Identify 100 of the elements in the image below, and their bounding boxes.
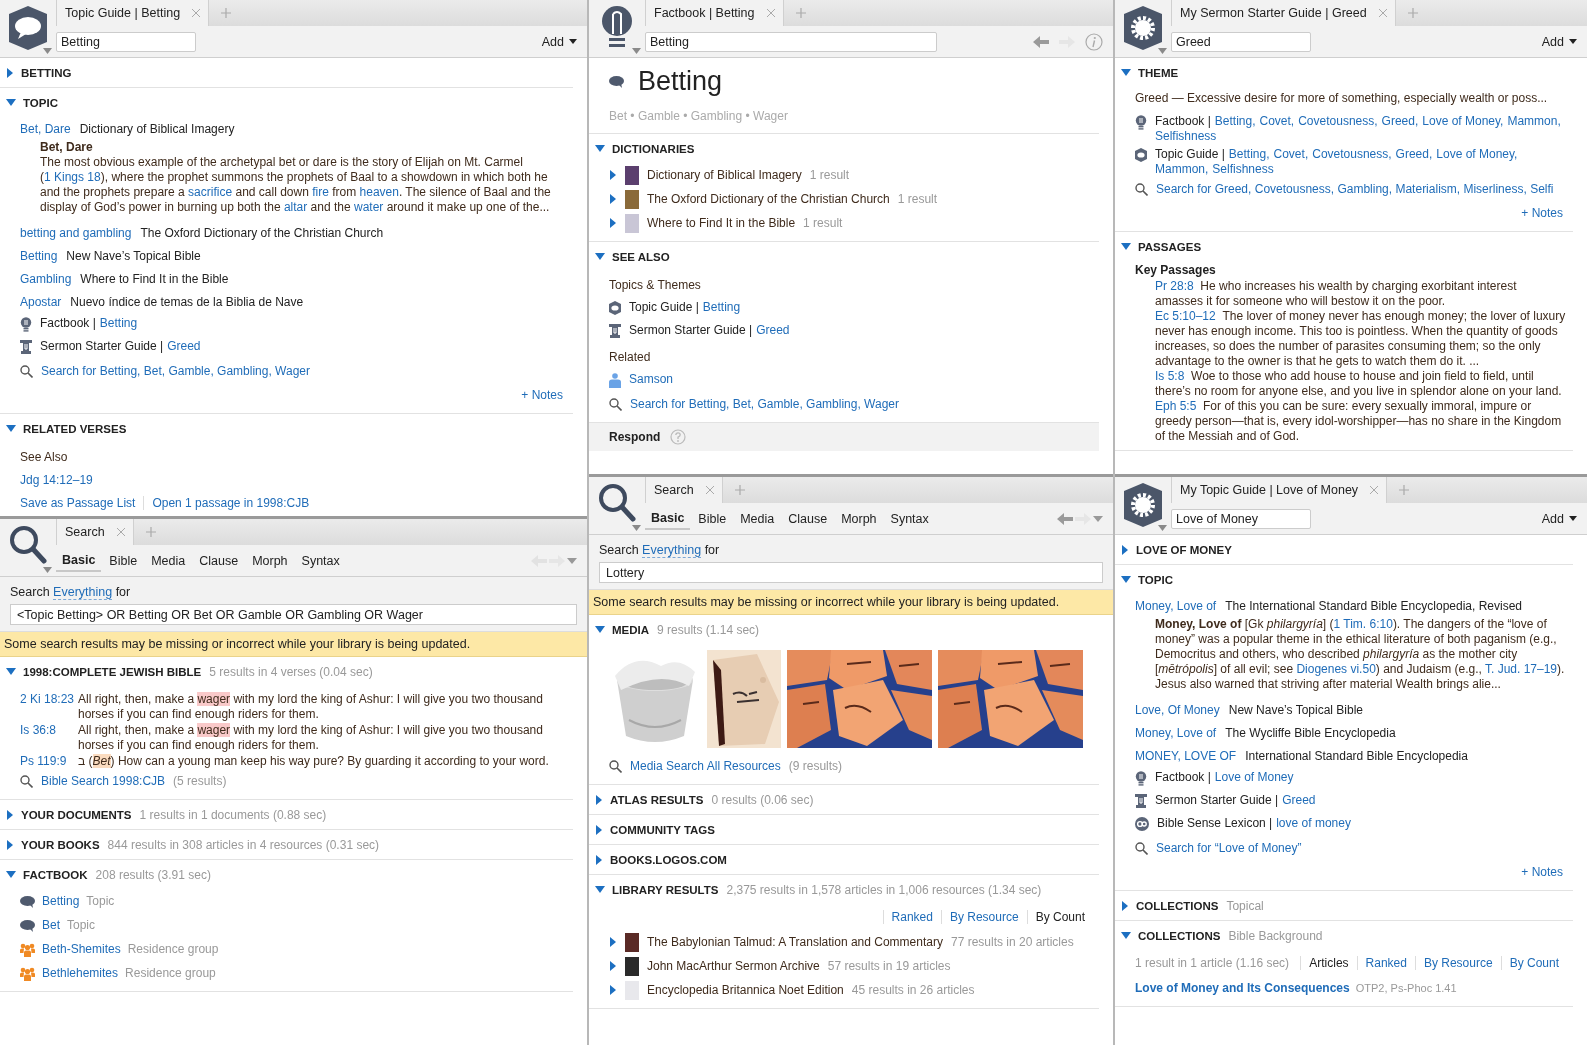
collapse-icon[interactable] — [1121, 575, 1131, 584]
topic-link[interactable]: Love of Money, — [1422, 114, 1504, 129]
topic-link[interactable]: Greed — [1282, 793, 1316, 808]
section-toggle[interactable]: BETTING — [6, 66, 72, 79]
add-notes-link[interactable]: + Notes — [1521, 206, 1563, 220]
fact-link[interactable]: Bethlehemites — [42, 966, 119, 980]
expand-icon[interactable] — [1121, 900, 1129, 911]
topic-link[interactable]: Mammon, — [1507, 114, 1561, 129]
fact-link[interactable]: Bet — [42, 918, 60, 932]
verse-link[interactable]: 2 Ki 18:23 — [20, 692, 78, 722]
search-mode-tab[interactable]: Bible — [692, 507, 733, 530]
search-link[interactable]: Bible Search 1998:CJB — [41, 774, 166, 788]
caret-icon[interactable] — [1158, 48, 1167, 54]
collapse-icon[interactable] — [595, 885, 605, 894]
section-toggle[interactable]: FACTBOOK — [6, 868, 88, 881]
section-toggle[interactable]: 1998:COMPLETE JEWISH BIBLE — [6, 665, 202, 678]
topic-field[interactable]: Betting — [56, 31, 196, 52]
link[interactable]: 1 Tim. 6:10 — [1333, 617, 1393, 631]
collapse-icon[interactable] — [595, 625, 605, 634]
search-mode-tab[interactable]: Syntax — [295, 549, 346, 572]
topic-link[interactable]: Betting, — [1214, 114, 1256, 129]
scope-link[interactable]: Everything — [642, 543, 702, 558]
verse-link[interactable]: Ps 119:9 — [20, 754, 78, 769]
search-link[interactable]: Search for “Love of Money” — [1156, 841, 1302, 855]
section-toggle[interactable]: ATLAS RESULTS — [595, 793, 704, 806]
gear-icon[interactable] — [1124, 483, 1162, 527]
search-mode-tab[interactable]: Morph — [246, 549, 294, 572]
section-toggle[interactable]: COLLECTIONS — [1121, 929, 1221, 942]
add-button[interactable]: Add — [1541, 34, 1577, 49]
panel-tab[interactable]: Topic Guide | Betting — [56, 0, 210, 26]
panel-tab[interactable]: My Sermon Starter Guide | Greed — [1171, 0, 1396, 26]
topic-link[interactable]: Samson — [629, 372, 674, 387]
expand-icon[interactable] — [6, 67, 14, 78]
search-mode-tab[interactable]: Basic — [645, 507, 691, 530]
topic-link[interactable]: Greed, — [1395, 147, 1433, 162]
collapse-icon[interactable] — [6, 870, 16, 879]
section-toggle[interactable]: YOUR BOOKS — [6, 838, 100, 851]
expand-icon[interactable] — [609, 194, 617, 204]
section-toggle[interactable]: TOPIC — [6, 96, 58, 109]
verse-link[interactable]: Pr 28:8 — [1155, 279, 1194, 293]
action-link[interactable]: Save as Passage List — [20, 496, 144, 510]
expand-icon[interactable] — [609, 218, 617, 228]
chat-hexagon-icon[interactable] — [9, 6, 47, 50]
section-toggle[interactable]: RELATED VERSES — [6, 422, 127, 435]
topic-link[interactable]: Love of Money — [1214, 770, 1294, 785]
topic-link[interactable]: Covet, — [1259, 114, 1295, 129]
collapse-icon[interactable] — [595, 252, 605, 261]
topic-link[interactable]: Covetousness, — [1312, 147, 1392, 162]
link[interactable]: 1 Kings 18 — [44, 170, 101, 184]
topic-link[interactable]: Betting — [702, 300, 741, 315]
book-title[interactable]: John MacArthur Sermon Archive — [647, 959, 820, 973]
caret-icon[interactable] — [1158, 525, 1167, 531]
add-button[interactable]: Add — [1541, 511, 1577, 526]
sort-option[interactable]: Ranked — [1356, 956, 1415, 970]
collapse-icon[interactable] — [1121, 242, 1131, 251]
article-link[interactable]: MONEY, LOVE OF — [1135, 748, 1237, 763]
topic-field[interactable]: Greed — [1171, 31, 1311, 52]
caret-icon[interactable] — [632, 525, 641, 531]
article-link[interactable]: Apostar — [20, 294, 62, 309]
expand-icon[interactable] — [6, 839, 14, 850]
search-mode-tab[interactable]: Bible — [103, 549, 144, 572]
search-mode-tab[interactable]: Clause — [782, 507, 834, 530]
topic-link[interactable]: Covetousness, — [1298, 114, 1378, 129]
sort-option[interactable]: By Count — [1500, 956, 1567, 970]
caret-icon[interactable] — [43, 48, 52, 54]
sort-option[interactable]: Ranked — [882, 910, 941, 924]
article-link[interactable]: Love, Of Money — [1135, 702, 1220, 717]
topic-link[interactable]: Greed — [167, 339, 201, 354]
topic-link[interactable]: Betting, — [1228, 147, 1270, 162]
search-mode-tab[interactable]: Basic — [56, 549, 102, 572]
collapse-icon[interactable] — [6, 667, 16, 676]
sort-option[interactable]: By Resource — [940, 910, 1027, 924]
topic-link[interactable]: Selfishness — [1155, 129, 1217, 144]
gear-icon[interactable] — [1124, 6, 1162, 50]
section-toggle[interactable]: DICTIONARIES — [595, 142, 695, 155]
topic-link[interactable]: Love of Money, — [1436, 147, 1518, 162]
search-link[interactable]: Media Search All Resources — [630, 759, 781, 773]
article-link[interactable]: Love of Money and Its Consequences — [1135, 981, 1350, 995]
search-mode-tab[interactable]: Morph — [835, 507, 883, 530]
section-toggle[interactable]: COMMUNITY TAGS — [595, 823, 715, 836]
search-link[interactable]: Search for Greed, Covetousness, Gambling, Materialism, Miserliness, Selfi — [1156, 182, 1554, 196]
search-field[interactable]: <Topic Betting> OR Betting OR Bet OR Gamble OR Gambling OR Wager — [10, 604, 577, 625]
expand-icon[interactable] — [595, 824, 603, 835]
search-icon[interactable] — [598, 483, 636, 523]
section-toggle[interactable]: YOUR DOCUMENTS — [6, 808, 132, 821]
panel-tab[interactable]: Factbook | Betting — [645, 0, 784, 26]
section-toggle[interactable]: LOVE OF MONEY — [1121, 543, 1232, 556]
expand-icon[interactable] — [6, 809, 14, 820]
expand-icon[interactable] — [595, 794, 603, 805]
verse-link[interactable]: Is 36:8 — [20, 723, 78, 753]
search-mode-tab[interactable]: Media — [145, 549, 192, 572]
topic-link[interactable]: Covet, — [1273, 147, 1309, 162]
verse-link[interactable]: Ec 5:10–12 — [1155, 309, 1216, 323]
article-link[interactable]: Betting — [20, 248, 58, 263]
topic-link[interactable]: Greed, — [1381, 114, 1419, 129]
collapse-icon[interactable] — [1121, 68, 1131, 77]
book-title[interactable]: Dictionary of Biblical Imagery — [647, 168, 802, 182]
sort-option[interactable]: By Count — [1026, 910, 1093, 924]
link[interactable]: Diogenes vi.50 — [1296, 662, 1376, 676]
link[interactable]: T. Jud. 17–19 — [1485, 662, 1558, 676]
